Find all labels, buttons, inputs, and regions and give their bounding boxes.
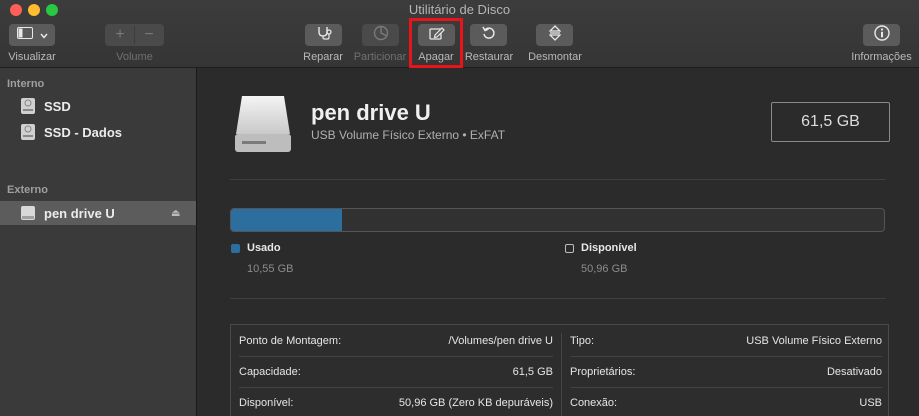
external-drive-icon	[234, 94, 292, 159]
info-value: 50,96 GB (Zero KB depuráveis)	[398, 396, 553, 409]
remove-volume-button[interactable]: −	[135, 26, 164, 44]
usage-bar	[230, 208, 885, 232]
free-label: Disponível	[581, 242, 637, 254]
info-row-connection: Conexão: USB	[562, 387, 890, 416]
internal-disk-icon	[20, 97, 36, 115]
view-label: Visualizar	[8, 51, 56, 63]
drive-size-box: 61,5 GB	[771, 102, 890, 142]
divider	[230, 298, 886, 299]
info-row-mount-point: Ponto de Montagem: /Volumes/pen drive U	[231, 325, 561, 356]
unmount-button[interactable]	[536, 24, 573, 46]
info-icon	[873, 24, 890, 46]
sidebar-item-ssd-dados[interactable]: SSD - Dados	[0, 120, 196, 144]
stethoscope-icon	[316, 26, 332, 45]
used-legend-swatch	[231, 244, 240, 253]
main-panel: pen drive U USB Volume Físico Externo • …	[198, 68, 919, 416]
segment-divider	[134, 26, 135, 44]
info-value: Desativado	[826, 365, 882, 378]
sidebar-item-label: SSD - Dados	[44, 124, 123, 140]
info-key: Disponível:	[239, 396, 294, 409]
unmount-icon	[547, 24, 562, 46]
info-key: Ponto de Montagem:	[239, 334, 342, 347]
partition-label: Particionar	[353, 51, 407, 63]
toolbar: Utilitário de Disco Visualizar + − Volum…	[0, 0, 919, 68]
add-volume-button[interactable]: +	[106, 26, 135, 44]
info-row-owners: Proprietários: Desativado	[562, 356, 890, 387]
info-table: Ponto de Montagem: /Volumes/pen drive U …	[230, 324, 889, 416]
info-label: Informações	[851, 51, 912, 63]
info-value: 61,5 GB	[512, 365, 553, 378]
info-value: USB Volume Físico Externo	[746, 334, 882, 347]
info-button[interactable]	[863, 24, 900, 46]
info-value: USB	[859, 396, 882, 409]
sidebar-item-label: SSD	[44, 98, 71, 114]
restore-button[interactable]	[470, 24, 507, 46]
info-key: Conexão:	[570, 396, 618, 409]
info-row-available: Disponível: 50,96 GB (Zero KB depuráveis…	[231, 387, 561, 416]
internal-disk-icon	[20, 123, 36, 141]
chevron-down-icon	[39, 26, 48, 44]
info-key: Tipo:	[570, 334, 595, 347]
repair-label: Reparar	[303, 51, 343, 63]
drive-name: pen drive U	[311, 100, 431, 125]
used-label: Usado	[247, 242, 281, 254]
used-value: 10,55 GB	[247, 263, 294, 275]
unmount-label: Desmontar	[528, 51, 582, 63]
external-disk-icon	[20, 204, 36, 222]
sidebar-item-ssd[interactable]: SSD	[0, 94, 196, 118]
first-aid-button[interactable]	[305, 24, 342, 46]
drive-subtitle: USB Volume Físico Externo • ExFAT	[311, 128, 506, 142]
info-row-capacity: Capacidade: 61,5 GB	[231, 356, 561, 387]
info-value: /Volumes/pen drive U	[448, 334, 553, 347]
divider	[230, 179, 886, 180]
volume-label: Volume	[116, 51, 153, 63]
free-value: 50,96 GB	[581, 263, 628, 275]
partition-button[interactable]	[362, 24, 399, 46]
free-legend-swatch	[565, 244, 574, 253]
info-row-type: Tipo: USB Volume Físico Externo	[562, 325, 890, 356]
internal-section-header: Interno	[7, 78, 45, 90]
sidebar-icon	[16, 26, 33, 44]
restore-label: Restaurar	[464, 51, 514, 63]
sidebar-item-pen-drive[interactable]: pen drive U ⏏	[0, 201, 196, 225]
pie-chart-icon	[373, 25, 389, 46]
eject-icon[interactable]: ⏏	[171, 208, 180, 219]
window-title: Utilitário de Disco	[408, 2, 511, 17]
info-key: Capacidade:	[239, 365, 301, 378]
sidebar: Interno SSD SSD - Dados Externo pen driv…	[0, 68, 197, 416]
used-space-fill	[231, 209, 342, 231]
external-section-header: Externo	[7, 184, 48, 196]
sidebar-item-label: pen drive U	[44, 205, 115, 221]
restore-icon	[481, 26, 496, 45]
view-button[interactable]	[9, 24, 55, 46]
erase-highlight-box	[409, 18, 463, 68]
info-key: Proprietários:	[570, 365, 636, 378]
